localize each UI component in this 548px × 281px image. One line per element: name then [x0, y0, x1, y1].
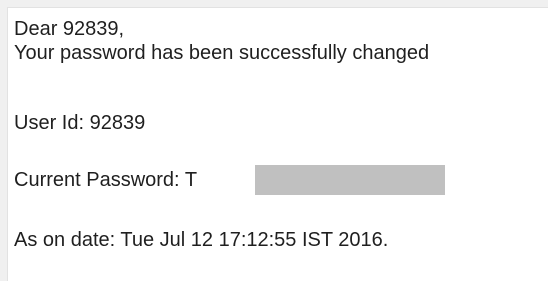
password-visible-prefix: T — [184, 169, 198, 191]
password-redaction-box — [255, 165, 445, 195]
greeting-text: Dear 92839, — [14, 18, 125, 40]
password-changed-message: Your password has been successfully chan… — [14, 42, 430, 64]
current-password-label: Current Password: — [14, 169, 180, 191]
current-password-line: Current Password: T — [14, 168, 197, 192]
user-id-line: User Id: 92839 — [14, 112, 146, 134]
as-on-date-line: As on date: Tue Jul 12 17:12:55 IST 2016… — [14, 229, 389, 251]
